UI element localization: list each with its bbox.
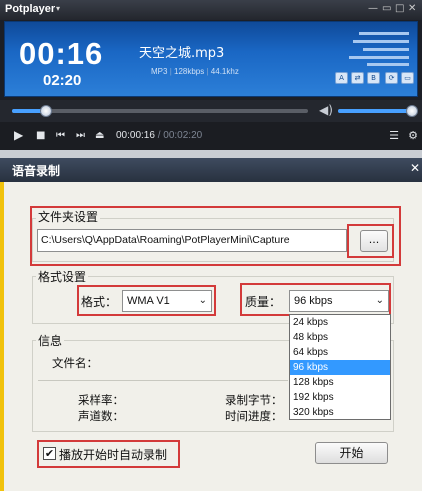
now-playing-title: 天空之城.mp3 (139, 46, 225, 61)
info-group-label: 信息 (36, 332, 65, 349)
control-row: ▶ ■ ⏮ ⏭ ⏏ 00:00:16 / 00:02:20 ☰ ⚙ (0, 122, 422, 150)
next-icon[interactable]: ⏭ (76, 130, 85, 141)
quality-option[interactable]: 192 kbps (290, 390, 390, 405)
player-titlebar: Potplayer ▾ — ▭ □ ✕ (0, 0, 422, 20)
quality-highlight (240, 283, 391, 316)
current-time-display[interactable]: 00:16 (19, 36, 103, 72)
maximize-button[interactable]: □ (395, 3, 404, 14)
browse-highlight (347, 224, 394, 258)
file-format: MP3 (151, 67, 168, 76)
app-name[interactable]: Potplayer (5, 3, 55, 15)
playlist-icon[interactable]: ☰ (387, 129, 401, 143)
eq-bar (353, 40, 409, 43)
app-menu-arrow-icon[interactable]: ▾ (56, 4, 60, 13)
file-bitrate: 128kbps (174, 67, 205, 76)
ab-repeat-a-button[interactable]: A (335, 72, 348, 84)
format-highlight (77, 285, 216, 316)
start-button[interactable]: 开始 (315, 442, 388, 464)
eq-bar (359, 32, 409, 35)
eq-bar (349, 56, 409, 59)
ab-repeat-b-button[interactable]: B (367, 72, 380, 84)
folder-highlight (30, 206, 401, 266)
auto-record-highlight (37, 440, 180, 468)
volume-slider-thumb[interactable] (406, 105, 419, 117)
close-player-button[interactable]: ✕ (408, 3, 416, 14)
play-icon[interactable]: ▶ (14, 128, 23, 142)
previous-icon[interactable]: ⏮ (56, 130, 65, 141)
player-window: Potplayer ▾ — ▭ □ ✕ 00:16 02:20 天空之城.mp3… (0, 0, 422, 150)
mini-mode-button[interactable]: ▭ (382, 3, 391, 14)
quality-option[interactable]: 64 kbps (290, 345, 390, 360)
eject-icon[interactable]: ⏏ (95, 130, 104, 141)
quality-option[interactable]: 96 kbps (290, 360, 390, 375)
screen-button[interactable]: ▭ (401, 72, 414, 84)
quality-option[interactable]: 320 kbps (290, 405, 390, 420)
time-current: 00:00:16 (116, 130, 155, 141)
quality-option[interactable]: 128 kbps (290, 375, 390, 390)
dialog-titlebar: 语音录制 ✕ (0, 158, 422, 182)
info-divider (38, 380, 288, 381)
dialog-title: 语音录制 (12, 164, 61, 178)
quality-option[interactable]: 24 kbps (290, 315, 390, 330)
channels-label: 声道数： (78, 409, 124, 423)
time-progress-label: 时间进度： (225, 409, 283, 423)
seek-row: ◀) (0, 100, 422, 122)
seek-bar-thumb[interactable] (39, 105, 52, 117)
quality-dropdown-list[interactable]: 24 kbps 48 kbps 64 kbps 96 kbps 128 kbps 192 … (289, 314, 391, 420)
format-group-label: 格式设置 (36, 268, 89, 285)
recorded-bytes-label: 录制字节： (225, 393, 283, 407)
volume-slider-fill (338, 109, 413, 113)
equalizer-visual (349, 30, 409, 66)
file-sample-rate: 44.1khz (210, 67, 239, 76)
volume-slider[interactable] (338, 105, 419, 117)
speaker-icon[interactable]: ◀) (319, 103, 333, 117)
total-time-display: 02:20 (43, 72, 82, 89)
time-total: 00:02:20 (163, 130, 203, 141)
eq-bar (363, 48, 409, 51)
close-icon[interactable]: ✕ (410, 161, 420, 175)
time-readout: 00:00:16 / 00:02:20 (116, 130, 202, 141)
quality-option[interactable]: 48 kbps (290, 330, 390, 345)
seek-bar[interactable] (12, 105, 308, 117)
file-info: MP3 | 128kbps | 44.1khz (151, 67, 239, 76)
shuffle-button[interactable]: ⇄ (351, 72, 364, 84)
gear-icon[interactable]: ⚙ (406, 129, 420, 143)
filename-label: 文件名： (52, 356, 98, 370)
stop-icon[interactable]: ■ (36, 130, 45, 141)
minimize-button[interactable]: — (368, 3, 378, 14)
time-separator: / (157, 130, 161, 141)
sample-rate-label: 采样率： (78, 393, 124, 407)
player-display: 00:16 02:20 天空之城.mp3 MP3 | 128kbps | 44.… (4, 21, 418, 97)
eq-bar (367, 63, 409, 66)
repeat-button[interactable]: ⟳ (385, 72, 398, 84)
